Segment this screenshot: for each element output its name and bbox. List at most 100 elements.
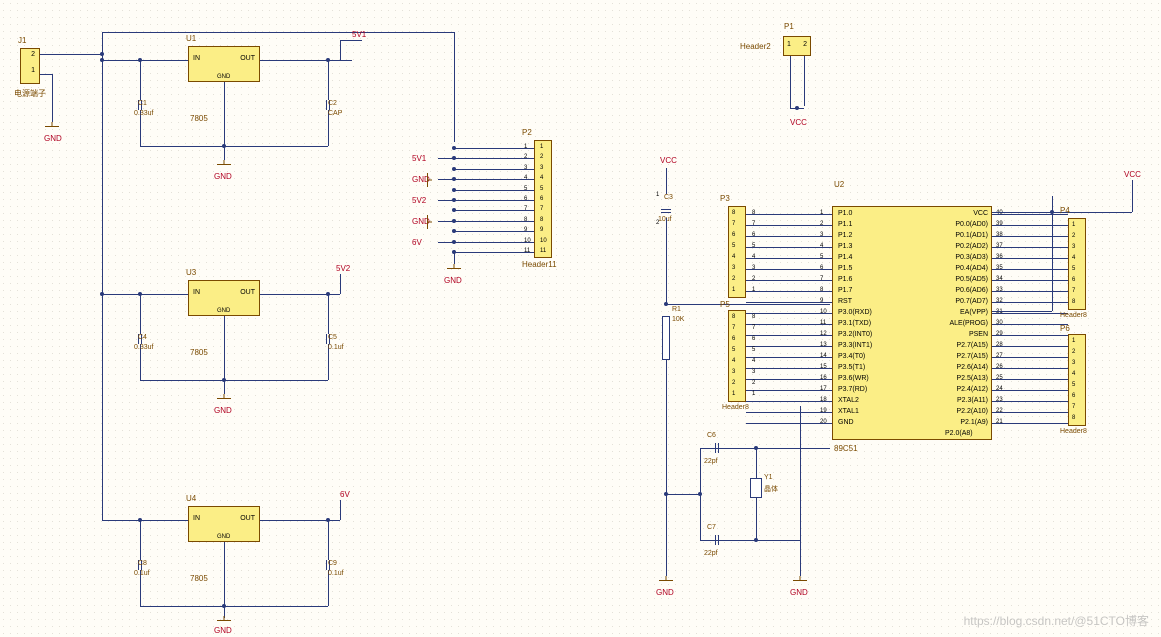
pin-name: RST bbox=[838, 298, 852, 305]
pin-name: P3.3(INT1) bbox=[838, 342, 872, 349]
header-p6 bbox=[1068, 334, 1086, 426]
pin-outer: 8 bbox=[752, 210, 755, 216]
pin-num: 23 bbox=[996, 397, 1003, 403]
pin-name: P3.0(RXD) bbox=[838, 309, 872, 316]
pin: 10 bbox=[524, 238, 531, 244]
pin: 8 bbox=[524, 217, 527, 223]
wire bbox=[328, 294, 329, 334]
ref-c8: C8 bbox=[138, 560, 147, 567]
ref-p3: P3 bbox=[720, 194, 730, 203]
wire bbox=[992, 313, 1068, 314]
pin-num: 8 bbox=[820, 287, 823, 293]
pin-num: 22 bbox=[996, 408, 1003, 414]
pin-name: P0.5(AD5) bbox=[955, 276, 988, 283]
wire bbox=[992, 357, 1068, 358]
pin: 3 bbox=[1072, 244, 1075, 250]
ref-p1: P1 bbox=[784, 22, 794, 31]
header-p5 bbox=[728, 310, 746, 402]
pin-name: P2.7(A15) bbox=[956, 342, 988, 349]
wire bbox=[746, 412, 832, 413]
pin: 6 bbox=[732, 232, 735, 238]
wire bbox=[746, 302, 832, 303]
pin-outer: 3 bbox=[752, 265, 755, 271]
wire bbox=[340, 500, 341, 520]
wire bbox=[666, 494, 700, 495]
pin-num: 26 bbox=[996, 364, 1003, 370]
type-p5: Header8 bbox=[722, 404, 749, 411]
part-u4: 7805 bbox=[190, 574, 208, 583]
wire bbox=[746, 368, 832, 369]
pin: 7 bbox=[540, 206, 543, 212]
wire bbox=[328, 294, 340, 295]
part-u1: 7805 bbox=[190, 114, 208, 123]
ref-c5: C5 bbox=[328, 334, 337, 341]
junction bbox=[452, 219, 456, 223]
junction bbox=[795, 106, 799, 110]
wire bbox=[790, 56, 791, 108]
pin-num: 25 bbox=[996, 375, 1003, 381]
pin-num: 17 bbox=[820, 386, 827, 392]
pin: 2 bbox=[524, 154, 527, 160]
gnd-icon bbox=[659, 576, 673, 586]
pin-num: 19 bbox=[820, 408, 827, 414]
pin-num: 14 bbox=[820, 353, 827, 359]
pin: 8 bbox=[732, 314, 735, 320]
wire bbox=[328, 60, 329, 100]
pin: 10 bbox=[540, 238, 547, 244]
pin-num: 12 bbox=[820, 331, 827, 337]
wire bbox=[454, 231, 534, 232]
net-vcc: VCC bbox=[1124, 170, 1141, 179]
wire bbox=[746, 379, 832, 380]
wire bbox=[102, 294, 188, 295]
type-j1: 电源端子 bbox=[14, 88, 46, 99]
junction bbox=[452, 146, 456, 150]
wire bbox=[746, 214, 832, 215]
junction bbox=[452, 240, 456, 244]
ref-p6: P6 bbox=[1060, 324, 1070, 333]
wire bbox=[992, 324, 1068, 325]
net-vcc: VCC bbox=[790, 118, 807, 127]
pin-num: 29 bbox=[996, 331, 1003, 337]
pin-outer: 3 bbox=[752, 369, 755, 375]
wire bbox=[52, 74, 53, 122]
pin-name: P3.4(T0) bbox=[838, 353, 865, 360]
pin-name: P1.0 bbox=[838, 210, 852, 217]
wire bbox=[992, 225, 1068, 226]
pin: 3 bbox=[732, 369, 735, 375]
pin: 6 bbox=[1072, 393, 1075, 399]
pin: 1 bbox=[524, 144, 527, 150]
gnd-icon bbox=[217, 160, 231, 170]
wire bbox=[746, 324, 832, 325]
wire bbox=[454, 32, 455, 142]
pin-name: P0.0(AD0) bbox=[955, 221, 988, 228]
pin: 6 bbox=[524, 196, 527, 202]
net-gnd: GND bbox=[444, 276, 462, 285]
pin-name: P3.5(T1) bbox=[838, 364, 865, 371]
pin: 2 bbox=[732, 380, 735, 386]
junction bbox=[100, 292, 104, 296]
ref-y1: Y1 bbox=[764, 474, 773, 481]
pin-outer: 6 bbox=[752, 232, 755, 238]
pin-name: P3.1(TXD) bbox=[838, 320, 871, 327]
pin-num: 15 bbox=[820, 364, 827, 370]
pin: 8 bbox=[732, 210, 735, 216]
pin: 1 bbox=[732, 287, 735, 293]
net-gnd: GND bbox=[656, 588, 674, 597]
pin-num: 37 bbox=[996, 243, 1003, 249]
pin-num: 2 bbox=[820, 221, 823, 227]
pin-name: VCC bbox=[973, 210, 988, 217]
pin-name: ALE(PROG) bbox=[949, 320, 988, 327]
pin-name: XTAL2 bbox=[838, 397, 859, 404]
val-c9: 0.1uf bbox=[328, 570, 344, 577]
pin-num: 18 bbox=[820, 397, 827, 403]
net-gnd: GND bbox=[790, 588, 808, 597]
header-p1: 1 2 bbox=[783, 36, 811, 56]
net-gnd: GND bbox=[214, 626, 232, 635]
pin: 8 bbox=[1072, 299, 1075, 305]
ref-c9: C9 bbox=[328, 560, 337, 567]
pin-name: P2.6(A14) bbox=[956, 364, 988, 371]
pin: 7 bbox=[1072, 288, 1075, 294]
pin-outer: 1 bbox=[752, 287, 755, 293]
pin-outer: 4 bbox=[752, 358, 755, 364]
wire bbox=[340, 274, 341, 294]
